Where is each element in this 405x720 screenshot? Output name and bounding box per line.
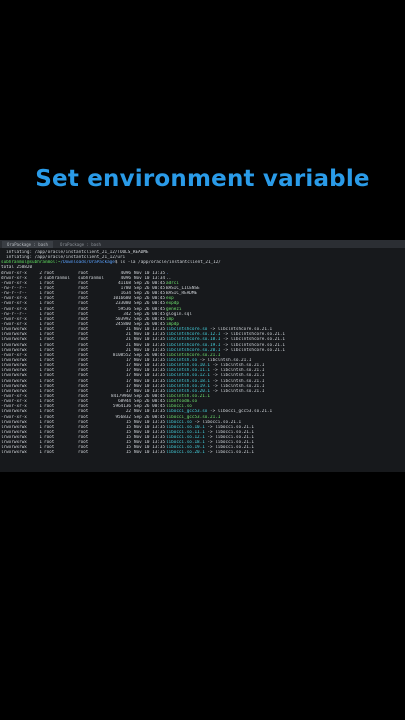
listing-link-target: libocci.so.21.1: [215, 450, 254, 456]
prompt-path: /Downloads/OraPackage: [60, 260, 115, 266]
symlink-arrow: ->: [220, 347, 231, 353]
video-caption: Set environment variable: [35, 166, 370, 192]
listing-filename: libocci.so.20.1: [166, 450, 205, 456]
listing-perm: lrwxrwxrwx: [1, 450, 27, 456]
listing-group: root: [78, 450, 89, 456]
terminal-tab-bar: OraPackage : bash OraPackage : bash: [0, 240, 405, 248]
listing-link-target: libclntsh.so.21.1: [220, 388, 265, 394]
terminal-window[interactable]: OraPackage : bash OraPackage : bash infl…: [0, 240, 405, 472]
terminal-tab[interactable]: OraPackage : bash: [54, 240, 106, 248]
prompt-command: $ ls -la /app/oracle/instantclient_21_12…: [114, 260, 221, 266]
symlink-arrow: ->: [204, 450, 216, 456]
listing-date: Nov 10 13:35: [134, 450, 166, 456]
listing-size: 15: [125, 450, 131, 456]
symlink-arrow: ->: [209, 388, 221, 394]
listing-link-target: libclntshcore.so.21.1: [230, 347, 286, 353]
terminal-output: inflating: /app/oracle/instantclient_21_…: [0, 248, 405, 456]
listing-row: lrwxrwxrwx 1 root root 15 Nov 10 13:35libocci…: [1, 450, 405, 455]
terminal-tab[interactable]: OraPackage : bash: [2, 240, 53, 248]
listing-owner: root: [44, 450, 55, 456]
listing-links: 1: [39, 450, 42, 456]
listing-link-target: libocci_gcc53.so.21.1: [217, 409, 273, 415]
